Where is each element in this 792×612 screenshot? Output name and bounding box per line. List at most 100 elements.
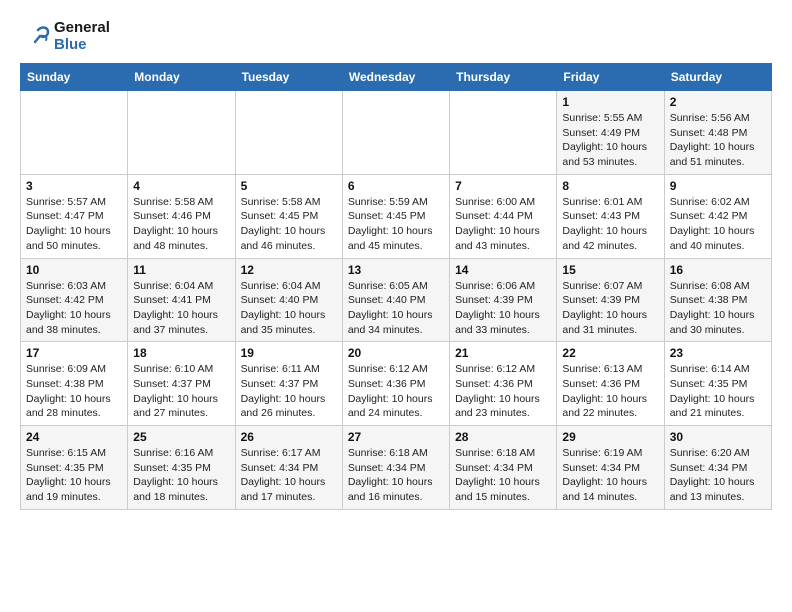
column-header-saturday: Saturday <box>664 64 771 91</box>
day-info: Sunrise: 5:55 AM Sunset: 4:49 PM Dayligh… <box>562 111 658 170</box>
day-info: Sunrise: 6:11 AM Sunset: 4:37 PM Dayligh… <box>241 362 337 421</box>
calendar-week-row: 10 Sunrise: 6:03 AM Sunset: 4:42 PM Dayli… <box>21 258 772 342</box>
calendar-cell: 19 Sunrise: 6:11 AM Sunset: 4:37 PM Dayli… <box>235 342 342 426</box>
day-info: Sunrise: 6:08 AM Sunset: 4:38 PM Dayligh… <box>670 279 766 338</box>
day-number: 24 <box>26 430 122 444</box>
calendar-cell: 26 Sunrise: 6:17 AM Sunset: 4:34 PM Dayli… <box>235 426 342 510</box>
day-number: 3 <box>26 179 122 193</box>
calendar-cell: 6 Sunrise: 5:59 AM Sunset: 4:45 PM Daylig… <box>342 174 449 258</box>
calendar-cell: 16 Sunrise: 6:08 AM Sunset: 4:38 PM Dayli… <box>664 258 771 342</box>
calendar-cell <box>128 91 235 175</box>
calendar-cell: 27 Sunrise: 6:18 AM Sunset: 4:34 PM Dayli… <box>342 426 449 510</box>
day-info: Sunrise: 6:15 AM Sunset: 4:35 PM Dayligh… <box>26 446 122 505</box>
calendar-header-row: SundayMondayTuesdayWednesdayThursdayFrid… <box>21 64 772 91</box>
day-info: Sunrise: 5:59 AM Sunset: 4:45 PM Dayligh… <box>348 195 444 254</box>
day-number: 15 <box>562 263 658 277</box>
calendar-cell: 28 Sunrise: 6:18 AM Sunset: 4:34 PM Dayli… <box>450 426 557 510</box>
day-info: Sunrise: 6:13 AM Sunset: 4:36 PM Dayligh… <box>562 362 658 421</box>
day-number: 20 <box>348 346 444 360</box>
day-number: 28 <box>455 430 551 444</box>
column-header-thursday: Thursday <box>450 64 557 91</box>
calendar-cell: 3 Sunrise: 5:57 AM Sunset: 4:47 PM Daylig… <box>21 174 128 258</box>
calendar-cell: 23 Sunrise: 6:14 AM Sunset: 4:35 PM Dayli… <box>664 342 771 426</box>
day-number: 6 <box>348 179 444 193</box>
day-number: 30 <box>670 430 766 444</box>
day-number: 23 <box>670 346 766 360</box>
column-header-sunday: Sunday <box>21 64 128 91</box>
day-number: 18 <box>133 346 229 360</box>
day-number: 5 <box>241 179 337 193</box>
day-number: 26 <box>241 430 337 444</box>
calendar-cell: 12 Sunrise: 6:04 AM Sunset: 4:40 PM Dayli… <box>235 258 342 342</box>
day-info: Sunrise: 5:58 AM Sunset: 4:46 PM Dayligh… <box>133 195 229 254</box>
calendar-cell <box>450 91 557 175</box>
day-info: Sunrise: 6:05 AM Sunset: 4:40 PM Dayligh… <box>348 279 444 338</box>
calendar-week-row: 17 Sunrise: 6:09 AM Sunset: 4:38 PM Dayli… <box>21 342 772 426</box>
day-number: 25 <box>133 430 229 444</box>
day-number: 12 <box>241 263 337 277</box>
day-number: 16 <box>670 263 766 277</box>
day-info: Sunrise: 6:04 AM Sunset: 4:41 PM Dayligh… <box>133 279 229 338</box>
day-number: 19 <box>241 346 337 360</box>
calendar-cell: 1 Sunrise: 5:55 AM Sunset: 4:49 PM Daylig… <box>557 91 664 175</box>
calendar-cell: 14 Sunrise: 6:06 AM Sunset: 4:39 PM Dayli… <box>450 258 557 342</box>
day-number: 11 <box>133 263 229 277</box>
column-header-tuesday: Tuesday <box>235 64 342 91</box>
day-info: Sunrise: 6:06 AM Sunset: 4:39 PM Dayligh… <box>455 279 551 338</box>
day-info: Sunrise: 6:16 AM Sunset: 4:35 PM Dayligh… <box>133 446 229 505</box>
calendar-cell: 25 Sunrise: 6:16 AM Sunset: 4:35 PM Dayli… <box>128 426 235 510</box>
day-number: 17 <box>26 346 122 360</box>
day-number: 7 <box>455 179 551 193</box>
calendar-cell: 17 Sunrise: 6:09 AM Sunset: 4:38 PM Dayli… <box>21 342 128 426</box>
day-number: 22 <box>562 346 658 360</box>
calendar-cell: 15Sunrise: 6:07 AM Sunset: 4:39 PM Dayli… <box>557 258 664 342</box>
day-info: Sunrise: 6:12 AM Sunset: 4:36 PM Dayligh… <box>348 362 444 421</box>
calendar-cell: 2 Sunrise: 5:56 AM Sunset: 4:48 PM Daylig… <box>664 91 771 175</box>
day-number: 2 <box>670 95 766 109</box>
calendar-cell: 29 Sunrise: 6:19 AM Sunset: 4:34 PM Dayli… <box>557 426 664 510</box>
day-number: 1 <box>562 95 658 109</box>
calendar-week-row: 3 Sunrise: 5:57 AM Sunset: 4:47 PM Daylig… <box>21 174 772 258</box>
calendar-cell: 9 Sunrise: 6:02 AM Sunset: 4:42 PM Daylig… <box>664 174 771 258</box>
calendar-cell: 22 Sunrise: 6:13 AM Sunset: 4:36 PM Dayli… <box>557 342 664 426</box>
day-info: Sunrise: 6:01 AM Sunset: 4:43 PM Dayligh… <box>562 195 658 254</box>
calendar-cell: 10 Sunrise: 6:03 AM Sunset: 4:42 PM Dayli… <box>21 258 128 342</box>
calendar-cell: 18Sunrise: 6:10 AM Sunset: 4:37 PM Dayli… <box>128 342 235 426</box>
day-info: Sunrise: 6:18 AM Sunset: 4:34 PM Dayligh… <box>348 446 444 505</box>
day-info: Sunrise: 6:03 AM Sunset: 4:42 PM Dayligh… <box>26 279 122 338</box>
logo-line1: General <box>54 20 110 37</box>
calendar-cell: 21Sunrise: 6:12 AM Sunset: 4:36 PM Dayli… <box>450 342 557 426</box>
day-info: Sunrise: 6:18 AM Sunset: 4:34 PM Dayligh… <box>455 446 551 505</box>
calendar-week-row: 24 Sunrise: 6:15 AM Sunset: 4:35 PM Dayli… <box>21 426 772 510</box>
day-number: 14 <box>455 263 551 277</box>
calendar-cell: 24 Sunrise: 6:15 AM Sunset: 4:35 PM Dayli… <box>21 426 128 510</box>
calendar-cell <box>21 91 128 175</box>
column-header-monday: Monday <box>128 64 235 91</box>
day-info: Sunrise: 5:57 AM Sunset: 4:47 PM Dayligh… <box>26 195 122 254</box>
day-number: 9 <box>670 179 766 193</box>
day-number: 4 <box>133 179 229 193</box>
day-number: 27 <box>348 430 444 444</box>
day-info: Sunrise: 6:00 AM Sunset: 4:44 PM Dayligh… <box>455 195 551 254</box>
calendar-cell: 30 Sunrise: 6:20 AM Sunset: 4:34 PM Dayli… <box>664 426 771 510</box>
logo: General Blue <box>20 20 110 53</box>
day-info: Sunrise: 6:20 AM Sunset: 4:34 PM Dayligh… <box>670 446 766 505</box>
day-info: Sunrise: 6:19 AM Sunset: 4:34 PM Dayligh… <box>562 446 658 505</box>
calendar-cell: 8 Sunrise: 6:01 AM Sunset: 4:43 PM Daylig… <box>557 174 664 258</box>
day-number: 29 <box>562 430 658 444</box>
day-info: Sunrise: 6:02 AM Sunset: 4:42 PM Dayligh… <box>670 195 766 254</box>
day-info: Sunrise: 6:04 AM Sunset: 4:40 PM Dayligh… <box>241 279 337 338</box>
day-info: Sunrise: 6:14 AM Sunset: 4:35 PM Dayligh… <box>670 362 766 421</box>
day-info: Sunrise: 6:09 AM Sunset: 4:38 PM Dayligh… <box>26 362 122 421</box>
day-number: 10 <box>26 263 122 277</box>
day-info: Sunrise: 6:17 AM Sunset: 4:34 PM Dayligh… <box>241 446 337 505</box>
day-info: Sunrise: 5:56 AM Sunset: 4:48 PM Dayligh… <box>670 111 766 170</box>
logo-container: General Blue <box>20 20 110 53</box>
column-header-wednesday: Wednesday <box>342 64 449 91</box>
calendar-cell: 13Sunrise: 6:05 AM Sunset: 4:40 PM Dayli… <box>342 258 449 342</box>
day-number: 8 <box>562 179 658 193</box>
calendar-cell: 5Sunrise: 5:58 AM Sunset: 4:45 PM Daylig… <box>235 174 342 258</box>
calendar-week-row: 1 Sunrise: 5:55 AM Sunset: 4:49 PM Daylig… <box>21 91 772 175</box>
calendar-cell: 11 Sunrise: 6:04 AM Sunset: 4:41 PM Dayli… <box>128 258 235 342</box>
day-info: Sunrise: 6:12 AM Sunset: 4:36 PM Dayligh… <box>455 362 551 421</box>
